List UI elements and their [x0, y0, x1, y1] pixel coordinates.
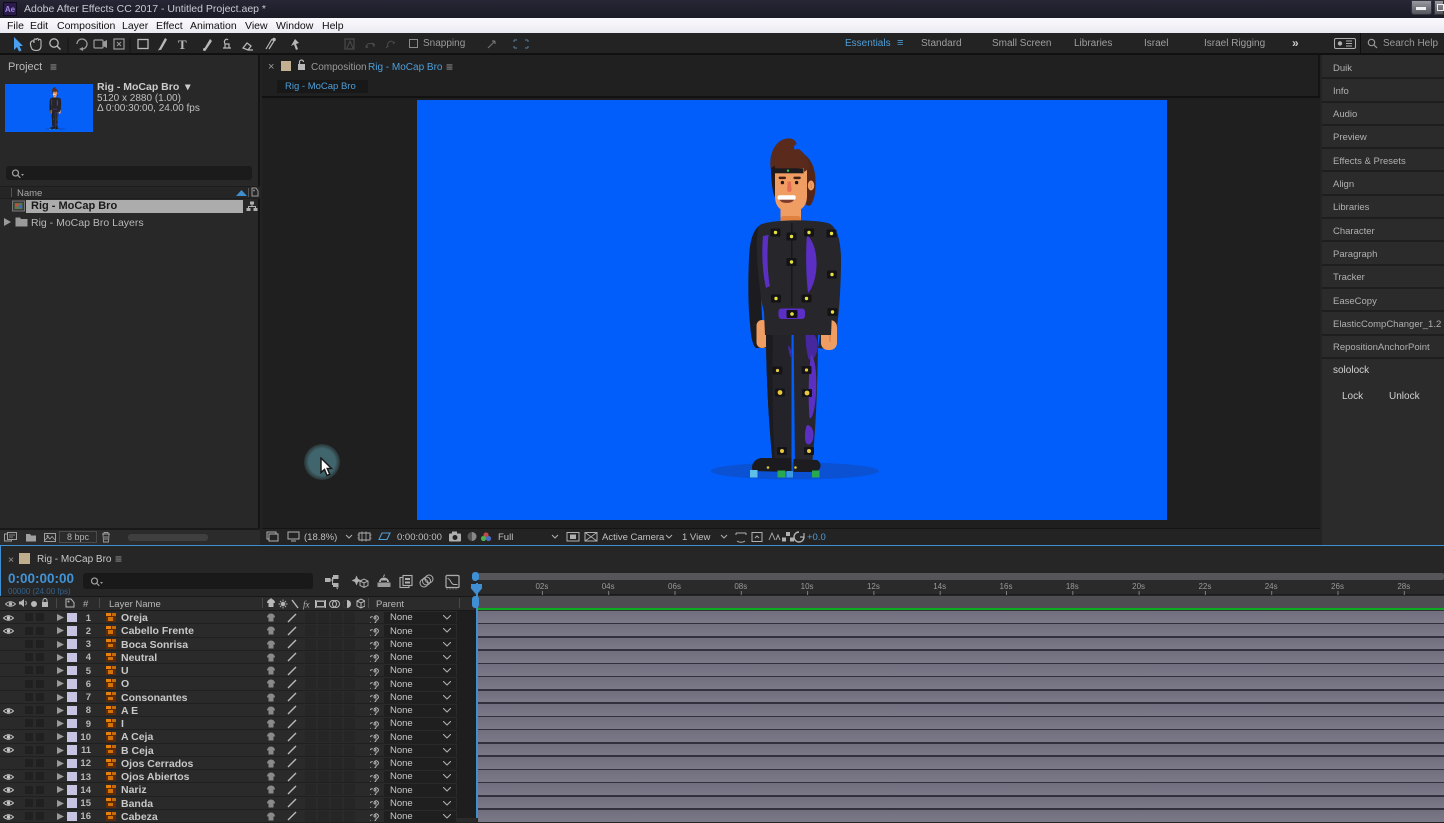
svg-text:20s: 20s [1132, 582, 1145, 591]
svg-text:02s: 02s [535, 582, 548, 591]
svg-text:08s: 08s [734, 582, 747, 591]
svg-text:22s: 22s [1198, 582, 1211, 591]
svg-text:10s: 10s [801, 582, 814, 591]
svg-text:Full: Full [498, 532, 513, 543]
svg-text:06s: 06s [668, 582, 681, 591]
svg-text:0:00:00:00: 0:00:00:00 [397, 532, 442, 543]
svg-text:26s: 26s [1331, 582, 1344, 591]
svg-text:T: T [178, 37, 187, 52]
svg-text:04s: 04s [602, 582, 615, 591]
svg-text:1 View: 1 View [682, 532, 710, 543]
svg-text:(18.8%): (18.8%) [304, 532, 337, 543]
svg-text:12s: 12s [867, 582, 880, 591]
svg-text:16s: 16s [1000, 582, 1013, 591]
svg-text:28s: 28s [1397, 582, 1410, 591]
svg-text:24s: 24s [1265, 582, 1278, 591]
svg-text:fx: fx [303, 599, 310, 609]
svg-text:Active Camera: Active Camera [602, 532, 665, 543]
svg-text:18s: 18s [1066, 582, 1079, 591]
svg-text:14s: 14s [933, 582, 946, 591]
